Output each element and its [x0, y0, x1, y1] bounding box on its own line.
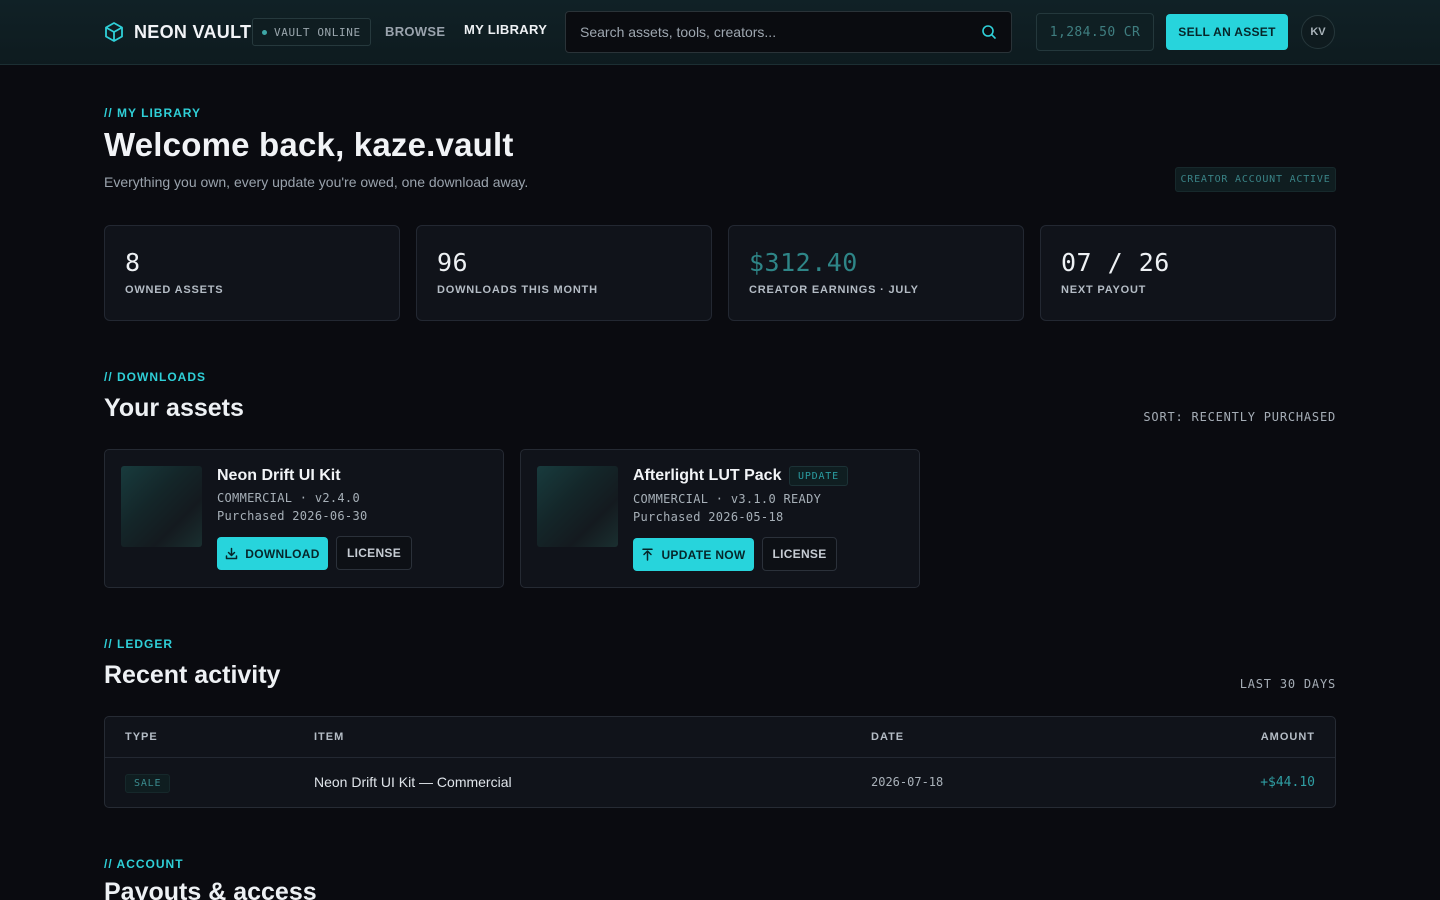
stat-label: NEXT PAYOUT	[1061, 284, 1147, 296]
asset-purchase-date: Purchased 2026-06-30	[217, 509, 368, 523]
table-header: TYPE ITEM DATE AMOUNT	[105, 717, 1335, 758]
credit-balance[interactable]: 1,284.50 CR	[1036, 13, 1154, 51]
transaction-type-badge: SALE	[125, 774, 171, 793]
asset-card: Neon Drift UI Kit COMMERCIAL · v2.4.0 Pu…	[104, 449, 504, 588]
column-header-item: ITEM	[314, 731, 345, 743]
nav-browse[interactable]: BROWSE	[385, 24, 445, 39]
download-icon	[226, 547, 238, 560]
stat-value: $312.40	[749, 248, 858, 277]
column-header-amount: AMOUNT	[1260, 731, 1315, 743]
search-icon[interactable]	[981, 24, 997, 40]
avatar[interactable]: KV	[1301, 15, 1335, 49]
brand[interactable]: NEON VAULT	[104, 20, 251, 44]
upload-arrow-icon	[642, 548, 654, 561]
top-navigation-bar: NEON VAULT VAULT ONLINE BROWSE MY LIBRAR…	[0, 0, 1440, 65]
download-button[interactable]: DOWNLOAD	[217, 537, 328, 570]
creator-account-badge: CREATOR ACCOUNT ACTIVE	[1175, 167, 1336, 192]
asset-title[interactable]: Neon Drift UI Kit	[217, 467, 341, 485]
license-button[interactable]: LICENSE	[762, 537, 837, 571]
update-now-label: UPDATE NOW	[661, 547, 746, 562]
downloads-eyebrow: // DOWNLOADS	[104, 370, 206, 384]
download-label: DOWNLOAD	[245, 546, 320, 561]
transaction-amount: +$44.10	[1260, 775, 1315, 790]
stat-value: 8	[125, 248, 141, 277]
ledger-eyebrow: // LEDGER	[104, 637, 174, 651]
asset-purchase-date: Purchased 2026-05-18	[633, 510, 784, 524]
activity-table: TYPE ITEM DATE AMOUNT SALE Neon Drift UI…	[104, 716, 1336, 808]
stat-card-owned-assets: 8 OWNED ASSETS	[104, 225, 400, 321]
nav-my-library[interactable]: MY LIBRARY	[464, 22, 547, 37]
brand-name: NEON VAULT	[134, 21, 252, 42]
account-eyebrow: // ACCOUNT	[104, 857, 184, 871]
update-now-button[interactable]: UPDATE NOW	[633, 538, 754, 571]
assets-section-title: Your assets	[104, 394, 244, 422]
column-header-date: DATE	[871, 731, 905, 743]
stat-label: CREATOR EARNINGS · JULY	[749, 284, 919, 296]
date-range-filter[interactable]: LAST 30 DAYS	[1240, 677, 1336, 691]
asset-license-version: COMMERCIAL · v2.4.0	[217, 491, 360, 505]
status-text: VAULT ONLINE	[274, 25, 361, 39]
asset-thumbnail[interactable]	[537, 466, 618, 547]
sort-control[interactable]: SORT: RECENTLY PURCHASED	[1143, 410, 1336, 424]
transaction-date: 2026-07-18	[871, 775, 944, 789]
transaction-item: Neon Drift UI Kit — Commercial	[314, 774, 512, 790]
stat-card-downloads: 96 DOWNLOADS THIS MONTH	[416, 225, 712, 321]
status-dot-icon	[262, 29, 267, 35]
license-button[interactable]: LICENSE	[336, 536, 412, 570]
page-title: Welcome back, kaze.vault	[104, 126, 514, 163]
activity-section-title: Recent activity	[104, 661, 281, 689]
stat-value: 07 / 26	[1061, 248, 1170, 277]
search-input[interactable]	[580, 24, 981, 40]
asset-title[interactable]: Afterlight LUT Pack	[633, 467, 781, 485]
stat-label: OWNED ASSETS	[125, 284, 224, 296]
update-badge: UPDATE	[789, 466, 848, 486]
vault-status-badge: VAULT ONLINE	[252, 18, 371, 46]
sell-asset-button[interactable]: SELL AN ASSET	[1166, 14, 1288, 50]
cube-logo-icon	[105, 22, 123, 42]
stat-card-earnings: $312.40 CREATOR EARNINGS · JULY	[728, 225, 1024, 321]
account-section-title: Payouts & access	[104, 878, 317, 900]
asset-card: Afterlight LUT Pack UPDATE COMMERCIAL · …	[520, 449, 920, 588]
table-row[interactable]: SALE Neon Drift UI Kit — Commercial 2026…	[105, 758, 1335, 807]
page-subtitle: Everything you own, every update you're …	[104, 174, 529, 190]
library-eyebrow: // MY LIBRARY	[104, 106, 202, 120]
search-box	[565, 11, 1012, 53]
column-header-type: TYPE	[125, 731, 158, 743]
asset-license-version: COMMERCIAL · v3.1.0 READY	[633, 492, 822, 506]
stat-value: 96	[437, 248, 469, 277]
asset-thumbnail[interactable]	[121, 466, 202, 547]
stat-label: DOWNLOADS THIS MONTH	[437, 284, 598, 296]
stat-card-next-payout: 07 / 26 NEXT PAYOUT	[1040, 225, 1336, 321]
